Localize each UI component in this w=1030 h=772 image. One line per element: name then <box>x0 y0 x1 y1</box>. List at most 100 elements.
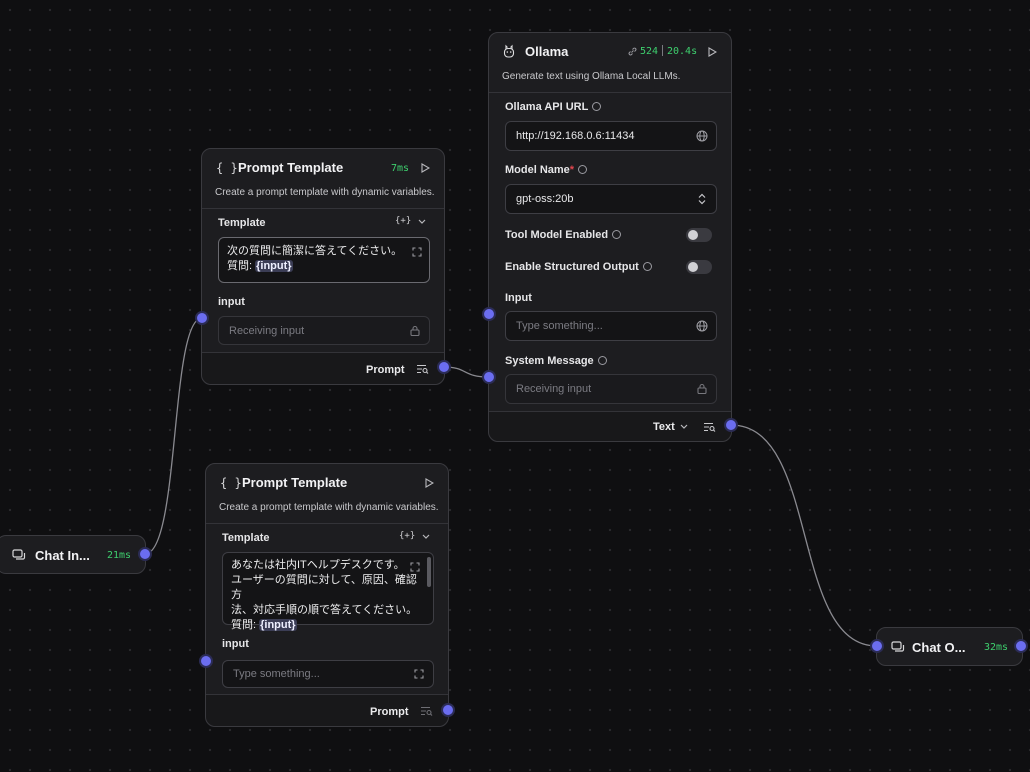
info-icon <box>592 101 602 111</box>
ollama-model-value: gpt-oss:20b <box>516 193 574 205</box>
prompt2-description: Create a prompt template with dynamic va… <box>219 502 439 513</box>
inspect-icon[interactable] <box>703 422 716 432</box>
prompt2-template-line2: ユーザーの質問に対して、原因、確認方 <box>231 574 417 601</box>
tool-model-toggle[interactable] <box>686 228 712 242</box>
prompt1-input-label: input <box>218 296 245 308</box>
prompt1-template-textarea[interactable]: 次の質問に簡潔に答えてください。 質問: {input} <box>218 237 430 283</box>
ollama-api-url-label-text: Ollama API URL <box>505 101 589 113</box>
play-icon[interactable] <box>421 163 430 173</box>
braces-icon: { } <box>220 476 242 490</box>
ollama-structured-label-text: Enable Structured Output <box>505 261 639 273</box>
lock-icon <box>410 325 420 336</box>
edge-chat-input-to-prompt1 <box>144 317 203 555</box>
prompt2-template-textarea[interactable]: あなたは社内ITヘルプデスクです。 ユーザーの質問に対して、原因、確認方 法、対… <box>222 552 434 631</box>
ollama-output-handle[interactable] <box>724 418 738 432</box>
prompt2-output-handle[interactable] <box>441 703 455 717</box>
prompt2-template-label: Template <box>222 532 270 544</box>
prompt-template-node-1[interactable]: { } Prompt Template 7ms Create a prompt … <box>201 148 445 385</box>
play-icon[interactable] <box>708 47 717 57</box>
prompt1-input-handle[interactable] <box>195 311 209 325</box>
play-icon[interactable] <box>425 478 434 488</box>
chat-output-input-handle[interactable] <box>870 639 884 653</box>
ollama-node[interactable]: Ollama 524 20.4s Generate text using Oll… <box>488 32 732 442</box>
ollama-api-url-input[interactable]: http://192.168.0.6:11434 <box>505 121 717 151</box>
chat-icon <box>891 641 905 652</box>
prompt1-template-line1: 次の質問に簡潔に答えてください。 <box>227 245 403 257</box>
info-icon <box>597 355 607 365</box>
ollama-tool-model-label-text: Tool Model Enabled <box>505 229 609 241</box>
ollama-input-handle[interactable] <box>482 307 496 321</box>
ollama-system-label-text: System Message <box>505 355 594 367</box>
edge-ollama-to-chat-output <box>730 424 878 647</box>
chat-output-node[interactable]: Chat O... 32ms <box>876 627 1023 666</box>
prompt2-input-placeholder: Type something... <box>233 668 320 680</box>
ollama-system-handle[interactable] <box>482 370 496 384</box>
chat-input-node[interactable]: Chat In... 21ms <box>0 535 146 574</box>
ollama-structured-label: Enable Structured Output <box>505 261 652 273</box>
chat-output-timing: 32ms <box>984 642 1009 653</box>
prompt2-title: Prompt Template <box>242 475 348 490</box>
ollama-icon <box>503 44 515 58</box>
prompt2-output-label: Prompt <box>370 706 409 718</box>
prompt1-title: Prompt Template <box>238 160 344 175</box>
prompt2-template-line4-prefix: 質問: <box>231 619 260 631</box>
chevron-down-icon[interactable] <box>680 424 688 430</box>
expand-icon[interactable] <box>410 562 420 572</box>
globe-icon <box>696 320 708 332</box>
ollama-footer: Text <box>489 411 731 441</box>
info-icon <box>642 261 652 271</box>
globe-icon <box>696 130 708 142</box>
separator <box>489 92 731 93</box>
scrollbar[interactable] <box>427 557 431 587</box>
variable-icon[interactable]: {+} <box>395 216 411 226</box>
inspect-icon[interactable] <box>416 364 429 374</box>
ollama-input-placeholder: Type something... <box>516 320 603 332</box>
expand-icon[interactable] <box>414 669 424 679</box>
chevron-down-icon[interactable] <box>418 219 426 225</box>
stat-divider <box>662 45 663 56</box>
chat-input-output-handle[interactable] <box>138 547 152 561</box>
prompt2-template-variable: {input} <box>259 619 297 631</box>
ollama-model-label: Model Name* <box>505 164 588 176</box>
prompt2-input-handle[interactable] <box>199 654 213 668</box>
info-icon <box>612 229 622 239</box>
prompt1-description: Create a prompt template with dynamic va… <box>215 187 435 198</box>
ollama-model-label-text: Model Name <box>505 164 570 176</box>
prompt2-input-field[interactable]: Type something... <box>222 660 434 688</box>
ollama-duration: 20.4s <box>667 46 698 57</box>
braces-icon: { } <box>216 161 238 175</box>
ollama-input-field[interactable]: Type something... <box>505 311 717 341</box>
prompt1-template-line2: 質問: {input} <box>227 259 421 274</box>
structured-output-toggle[interactable] <box>686 260 712 274</box>
inspect-icon[interactable] <box>420 706 433 716</box>
prompt1-template-line2-prefix: 質問: <box>227 260 256 272</box>
ollama-title: Ollama <box>525 44 569 59</box>
prompt1-output-handle[interactable] <box>437 360 451 374</box>
ollama-api-url-value: http://192.168.0.6:11434 <box>516 130 635 142</box>
prompt-template-node-2[interactable]: { } Prompt Template Create a prompt temp… <box>205 463 449 727</box>
separator <box>206 523 448 524</box>
prompt1-timing: 7ms <box>391 163 410 174</box>
ollama-output-label: Text <box>653 421 675 433</box>
info-icon <box>578 164 588 174</box>
variable-icon[interactable]: {+} <box>399 531 415 541</box>
chat-output-title: Chat O... <box>912 640 966 655</box>
ollama-token-count: 524 <box>640 46 659 57</box>
link-icon <box>628 47 637 56</box>
chat-output-output-handle[interactable] <box>1014 639 1028 653</box>
chevron-down-icon[interactable] <box>422 534 430 540</box>
prompt1-output-label: Prompt <box>366 364 405 376</box>
prompt2-template-line4: 質問: {input} <box>231 618 425 633</box>
chat-input-title: Chat In... <box>35 548 90 563</box>
prompt1-input-field: Receiving input <box>218 316 430 345</box>
chat-input-timing: 21ms <box>107 550 132 561</box>
ollama-system-field: Receiving input <box>505 374 717 404</box>
prompt2-input-label: input <box>222 638 249 650</box>
ollama-system-label: System Message <box>505 355 607 367</box>
ollama-api-url-label: Ollama API URL <box>505 101 602 113</box>
chevron-updown-icon <box>698 193 706 205</box>
prompt2-template-line1: あなたは社内ITヘルプデスクです。 <box>231 559 405 571</box>
ollama-model-select[interactable]: gpt-oss:20b <box>505 184 717 214</box>
ollama-system-placeholder: Receiving input <box>516 383 592 395</box>
expand-icon[interactable] <box>412 247 422 257</box>
